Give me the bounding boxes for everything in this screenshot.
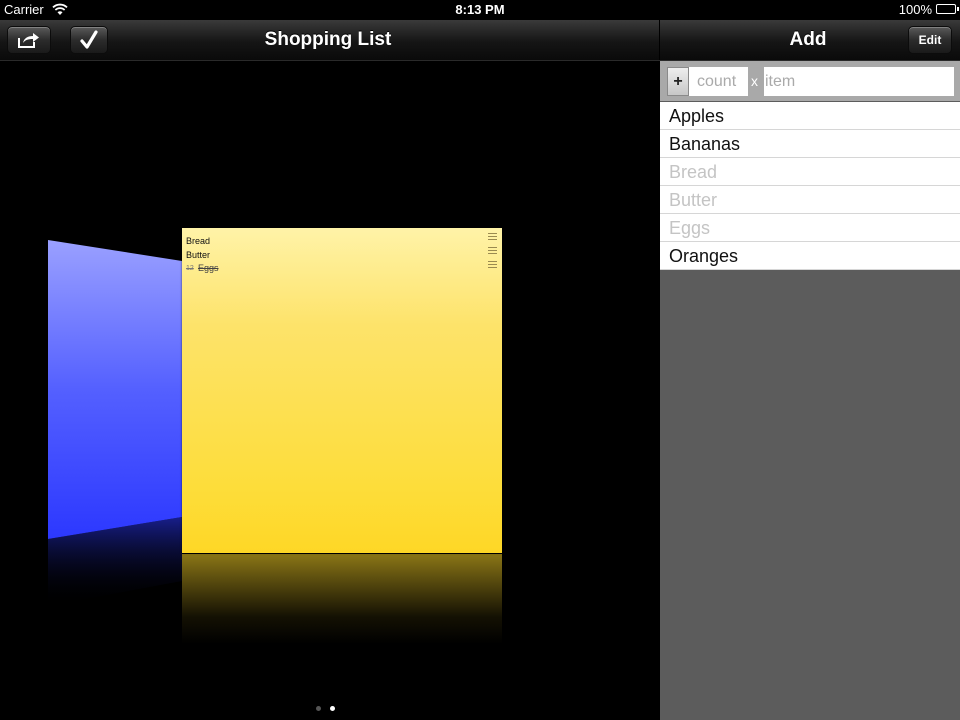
drag-handle-icon[interactable] (488, 247, 497, 254)
count-input[interactable] (689, 67, 748, 96)
check-button[interactable] (70, 26, 108, 54)
battery-percent: 100% (898, 2, 932, 17)
note-line: Bread (186, 236, 211, 246)
item-input[interactable] (764, 67, 954, 96)
list-item[interactable]: Apples (660, 102, 960, 130)
notes-carousel[interactable]: Bread Butter 12 Eggs (0, 61, 659, 720)
page-title: Shopping List (264, 29, 392, 50)
page-dot[interactable] (316, 706, 321, 711)
share-icon (18, 33, 39, 48)
entry-bar: + x (660, 61, 960, 101)
list-item[interactable]: Bananas (660, 130, 960, 158)
list-item[interactable]: Bread (660, 158, 960, 186)
drag-handle-icon[interactable] (488, 261, 497, 268)
list-item[interactable]: Eggs (660, 214, 960, 242)
note-line: Eggs (198, 263, 219, 273)
note-line-quantity: 12 (186, 265, 194, 272)
note-line: Butter (186, 250, 211, 260)
times-separator: x (751, 73, 758, 89)
list-item[interactable]: Oranges (660, 242, 960, 270)
list-item[interactable]: Butter (660, 186, 960, 214)
add-panel: + x Apples Bananas Bread Butter Eggs Ora… (660, 61, 960, 720)
item-list: Apples Bananas Bread Butter Eggs Oranges (660, 102, 960, 270)
clock: 8:13 PM (455, 2, 505, 17)
navigation-bar: Shopping List Add Edit (0, 20, 960, 61)
battery-icon (936, 4, 959, 14)
panel-divider (659, 20, 660, 60)
drag-handle-icon[interactable] (488, 233, 497, 240)
checkmark-icon (80, 30, 98, 49)
status-bar: Carrier 8:13 PM 100% (0, 0, 960, 20)
add-item-button[interactable]: + (667, 67, 689, 96)
share-button[interactable] (7, 26, 51, 54)
page-indicator[interactable] (316, 706, 335, 711)
add-panel-title: Add (789, 29, 827, 50)
page-dot-active[interactable] (330, 706, 335, 711)
edit-button[interactable]: Edit (908, 26, 952, 54)
note-reflection (182, 554, 502, 644)
current-note-card[interactable]: Bread Butter 12 Eggs (182, 228, 502, 553)
